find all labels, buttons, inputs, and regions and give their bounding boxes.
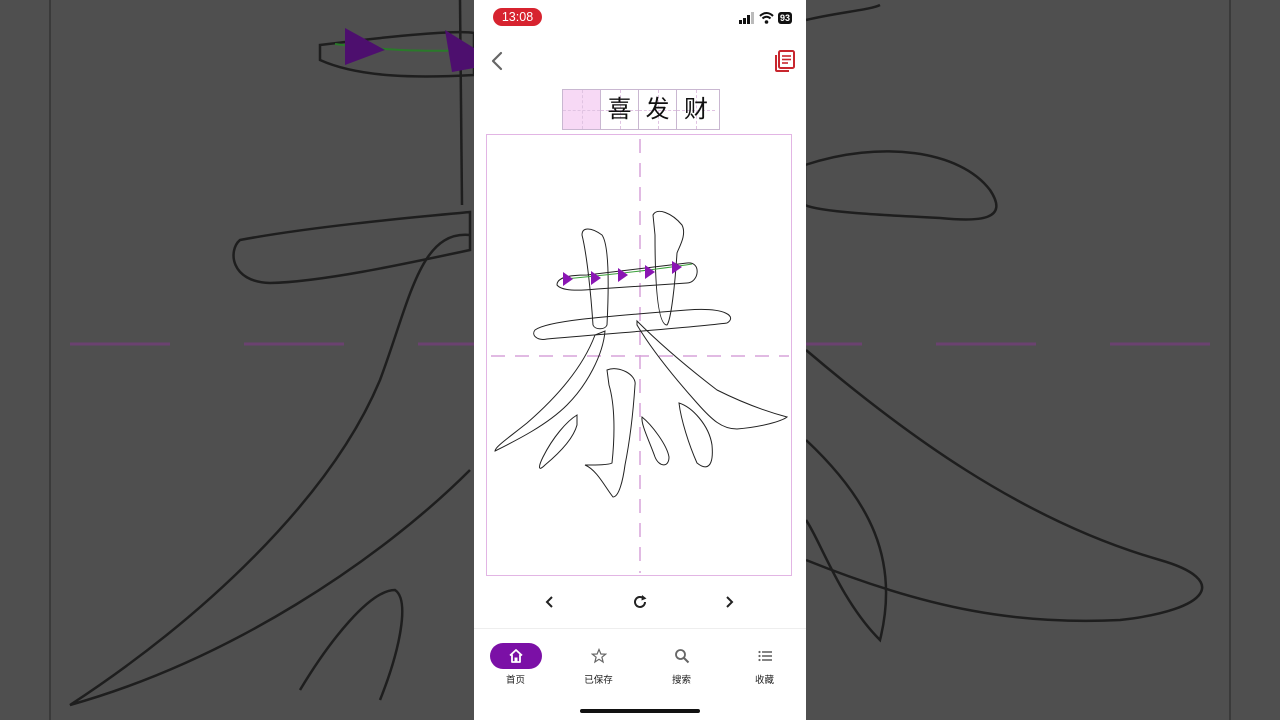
refresh-icon	[634, 595, 647, 608]
home-icon	[508, 649, 523, 663]
replay-button[interactable]	[626, 588, 654, 616]
stroke-outline	[584, 368, 636, 498]
tab-search[interactable]: 搜索	[640, 636, 723, 692]
stroke-outline	[494, 330, 606, 452]
tab-label: 首页	[505, 675, 525, 686]
arrow-marker	[563, 272, 573, 286]
stroke-outline	[636, 319, 789, 430]
tabbar-divider	[474, 628, 806, 629]
phone-screen: 13:08 93 喜 发 财 首页 已保存 搜索 收藏	[474, 0, 806, 720]
wifi-icon	[759, 12, 774, 24]
tab-icon-container	[573, 643, 625, 669]
character-outline	[491, 139, 789, 573]
chevron-left-icon	[491, 51, 503, 71]
bottom-tab-bar: 首页 已保存 搜索 收藏	[474, 636, 806, 696]
char-cell-text: 喜	[607, 95, 632, 123]
previous-character-button[interactable]	[536, 588, 564, 616]
stroke-outline	[641, 416, 670, 466]
stroke-outline	[678, 402, 713, 468]
back-button[interactable]	[482, 48, 512, 76]
char-cell-current[interactable]	[563, 90, 601, 129]
signal-icon	[738, 12, 754, 24]
char-cell-text: 财	[684, 95, 708, 123]
word-character-strip: 喜 发 财	[562, 89, 720, 130]
list-icon	[757, 650, 772, 662]
tab-icon-container	[739, 643, 791, 669]
char-cell-xi[interactable]: 喜	[601, 90, 639, 129]
stroke-order-canvas[interactable]	[486, 134, 792, 576]
status-time: 13:08	[493, 8, 542, 26]
tab-home[interactable]: 首页	[474, 636, 557, 692]
chevron-left-icon	[545, 596, 553, 608]
char-cell-fa[interactable]: 发	[639, 90, 677, 129]
tab-label: 收藏	[754, 675, 774, 686]
battery-level: 93	[777, 12, 792, 24]
tab-saved[interactable]: 已保存	[557, 636, 640, 692]
home-indicator[interactable]	[580, 709, 700, 713]
stroke-outline	[533, 308, 732, 340]
status-bar: 13:08 93	[474, 0, 806, 34]
tab-icon-container	[489, 643, 542, 669]
arrow-marker	[672, 261, 682, 274]
status-icons: 93	[738, 10, 792, 26]
playback-controls	[474, 588, 806, 616]
search-icon	[674, 649, 689, 664]
next-character-button[interactable]	[715, 588, 743, 616]
char-cell-cai[interactable]: 财	[677, 90, 715, 129]
chevron-right-icon	[726, 596, 734, 608]
library-button[interactable]	[772, 48, 798, 74]
tab-collection[interactable]: 收藏	[723, 636, 806, 692]
tab-label: 已保存	[584, 675, 613, 686]
tab-label: 搜索	[671, 675, 691, 686]
tab-icon-container	[656, 643, 708, 669]
stroke-direction-arrows	[563, 261, 682, 286]
book-list-icon	[775, 50, 795, 72]
star-icon	[590, 648, 607, 664]
char-cell-text: 发	[645, 95, 670, 123]
